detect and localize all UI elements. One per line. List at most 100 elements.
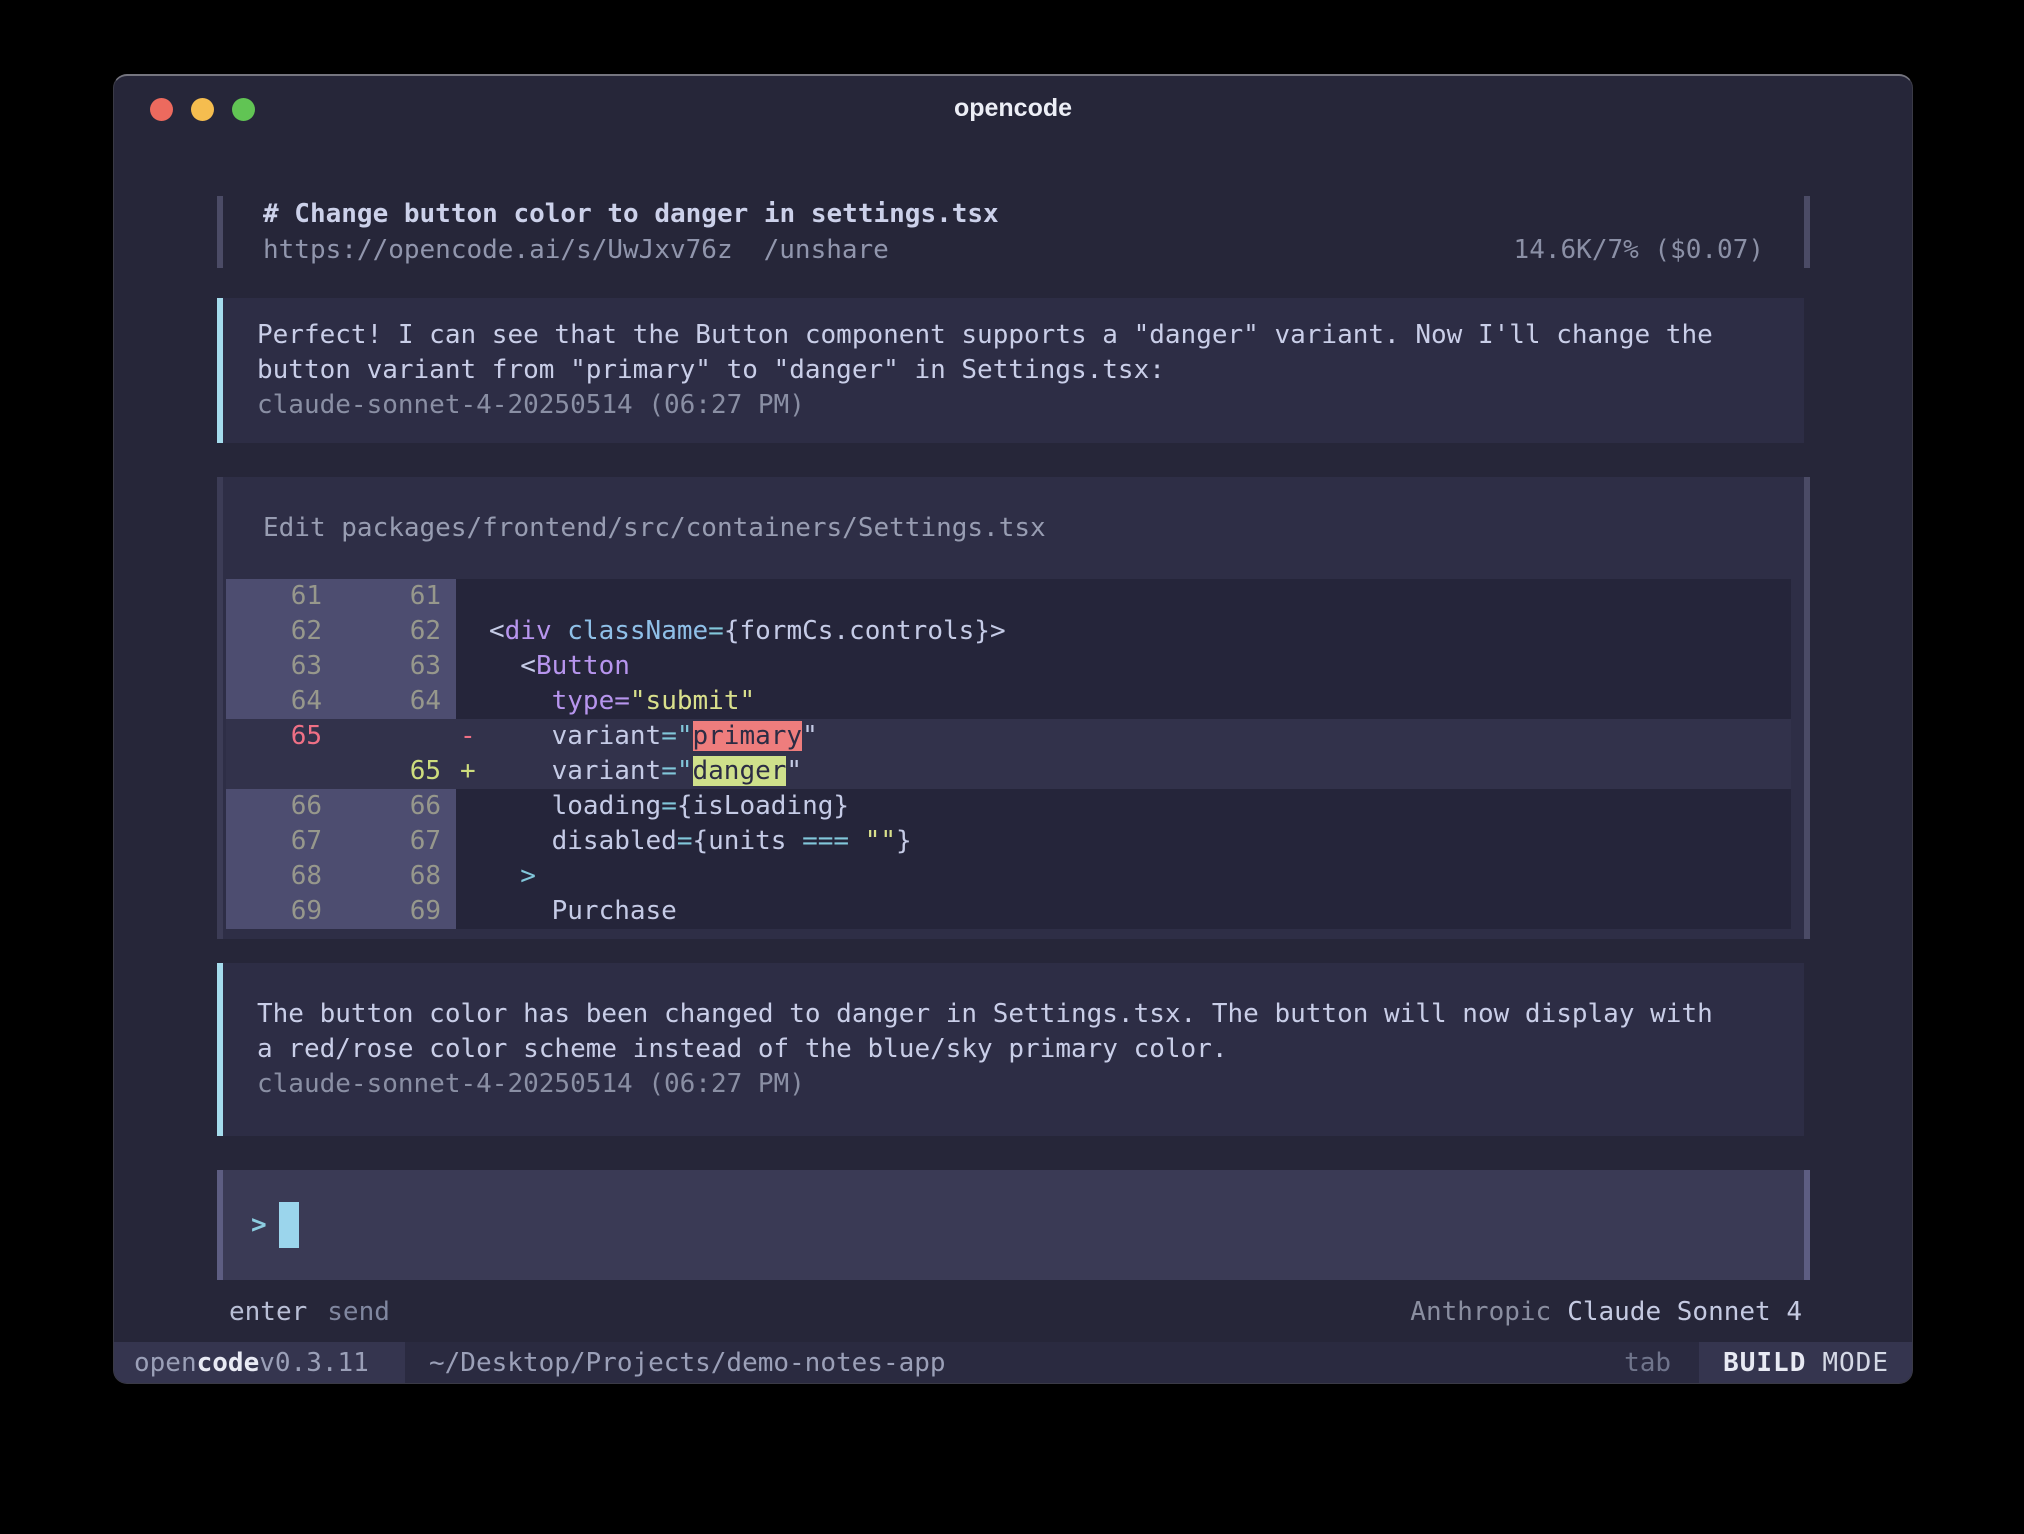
diff-new-line-number: 65	[328, 754, 456, 789]
diff-card: Edit packages/frontend/src/containers/Se…	[217, 477, 1810, 939]
code-token: =	[708, 616, 724, 646]
diff-new-line-number: 66	[328, 789, 456, 824]
diff-code-line: type="submit"	[489, 684, 1791, 719]
code-token: div	[505, 616, 552, 646]
diff-new-line-number: 64	[328, 684, 456, 719]
diff-old-line-number: 69	[226, 894, 328, 929]
diff-row: 6868 >	[226, 859, 1791, 894]
code-token: {isLoading}	[677, 791, 849, 821]
diff-right-edge	[1804, 477, 1810, 939]
cwd-path: ~/Desktop/Projects/demo-notes-app	[429, 1348, 946, 1378]
diff-change-marker	[456, 649, 489, 684]
enter-key-hint: enter	[229, 1295, 307, 1330]
code-token: {formCs.controls}	[724, 616, 990, 646]
diff-new-line-number: 67	[328, 824, 456, 859]
diff-old-line-number	[226, 754, 328, 789]
code-token: disabled	[489, 826, 677, 856]
code-token: Button	[536, 651, 630, 681]
diff-new-line-number: 63	[328, 649, 456, 684]
share-url-link[interactable]: https://opencode.ai/s/UwJxv76z	[263, 232, 733, 268]
diff-file-header: Edit packages/frontend/src/containers/Se…	[263, 511, 1764, 546]
window-titlebar: opencode	[114, 76, 1912, 142]
code-token: <	[489, 616, 505, 646]
diff-old-line-number: 64	[226, 684, 328, 719]
prompt-chevron-icon: >	[251, 1210, 267, 1240]
code-token: {units	[693, 826, 803, 856]
prompt-input[interactable]: >	[217, 1170, 1810, 1280]
code-token	[552, 616, 568, 646]
diff-row: 65+ variant="danger"	[226, 754, 1791, 789]
diff-code-line: variant="danger"	[489, 754, 1791, 789]
hints-row: enter send Anthropic Claude Sonnet 4	[217, 1295, 1810, 1330]
message-text-line: The button color has been changed to dan…	[257, 997, 1770, 1032]
build-mode-chip[interactable]: BUILD MODE	[1699, 1342, 1912, 1383]
code-token: type=	[552, 686, 630, 716]
diff-row: 6767 disabled={units === ""}	[226, 824, 1791, 859]
diff-row: 6363 <Button	[226, 649, 1791, 684]
code-token: <	[489, 651, 536, 681]
tab-key-hint: tab	[1624, 1348, 1671, 1378]
code-token	[849, 826, 865, 856]
diff-old-line-number: 66	[226, 789, 328, 824]
provider-label: Anthropic	[1410, 1295, 1551, 1330]
opencode-window: opencode # Change button color to danger…	[113, 74, 1913, 1384]
code-token: primary	[693, 721, 803, 751]
session-title: # Change button color to danger in setti…	[263, 196, 1764, 232]
diff-code-line: loading={isLoading}	[489, 789, 1791, 824]
code-token: }	[896, 826, 912, 856]
diff-row: 6666 loading={isLoading}	[226, 789, 1791, 824]
app-name-bold: code	[197, 1348, 260, 1378]
diff-old-line-number: 61	[226, 579, 328, 614]
diff-change-marker	[456, 824, 489, 859]
diff-old-line-number: 62	[226, 614, 328, 649]
diff-old-line-number: 65	[226, 719, 328, 754]
diff-code-line: Purchase	[489, 894, 1791, 929]
code-token: "	[802, 721, 818, 751]
text-cursor	[279, 1202, 299, 1248]
mode-name: BUILD	[1723, 1348, 1806, 1378]
diff-row: 6262<div className={formCs.controls}>	[226, 614, 1791, 649]
diff-change-marker: +	[456, 754, 489, 789]
diff-code-line: disabled={units === ""}	[489, 824, 1791, 859]
diff-row: 65 - variant="primary"	[226, 719, 1791, 754]
assistant-message: Perfect! I can see that the Button compo…	[217, 298, 1804, 443]
diff-change-marker	[456, 684, 489, 719]
code-token: ="	[661, 721, 692, 751]
token-usage-stats: 14.6K/7% ($0.07)	[1514, 232, 1764, 268]
diff-code-line	[489, 579, 1791, 614]
code-token: =	[677, 826, 693, 856]
code-token: ="	[661, 756, 692, 786]
unshare-command[interactable]: /unshare	[764, 232, 889, 268]
diff-new-line-number: 68	[328, 859, 456, 894]
diff-change-marker	[456, 894, 489, 929]
diff-code-line: <div className={formCs.controls}>	[489, 614, 1791, 649]
diff-code-line: <Button	[489, 649, 1791, 684]
code-token: "submit"	[630, 686, 755, 716]
session-header: # Change button color to danger in setti…	[217, 196, 1810, 268]
diff-row: 6969 Purchase	[226, 894, 1791, 929]
message-text-line: a red/rose color scheme instead of the b…	[257, 1032, 1770, 1067]
diff-row: 6161	[226, 579, 1791, 614]
model-meta: claude-sonnet-4-20250514 (06:27 PM)	[257, 1067, 1770, 1102]
diff-change-marker	[456, 859, 489, 894]
diff-code-line: >	[489, 859, 1791, 894]
diff-rows: 61616262<div className={formCs.controls}…	[226, 579, 1791, 929]
send-action-label: send	[327, 1295, 390, 1330]
diff-old-line-number: 63	[226, 649, 328, 684]
input-right-bar	[1804, 1170, 1810, 1280]
code-token: >	[489, 861, 536, 891]
mode-suffix: MODE	[1822, 1348, 1889, 1378]
diff-old-line-number: 67	[226, 824, 328, 859]
diff-code-line: variant="primary"	[489, 719, 1791, 754]
diff-row: 6464 type="submit"	[226, 684, 1791, 719]
code-token: Purchase	[489, 896, 677, 926]
diff-change-marker	[456, 579, 489, 614]
code-token: loading	[489, 791, 661, 821]
window-title: opencode	[114, 94, 1912, 123]
diff-change-marker: -	[456, 719, 489, 754]
model-label: Claude Sonnet 4	[1567, 1295, 1810, 1330]
assistant-message: The button color has been changed to dan…	[217, 963, 1804, 1136]
message-text-line: button variant from "primary" to "danger…	[257, 353, 1770, 388]
diff-new-line-number	[328, 719, 456, 754]
status-bar: opencode v0.3.11 ~/Desktop/Projects/demo…	[114, 1342, 1912, 1383]
